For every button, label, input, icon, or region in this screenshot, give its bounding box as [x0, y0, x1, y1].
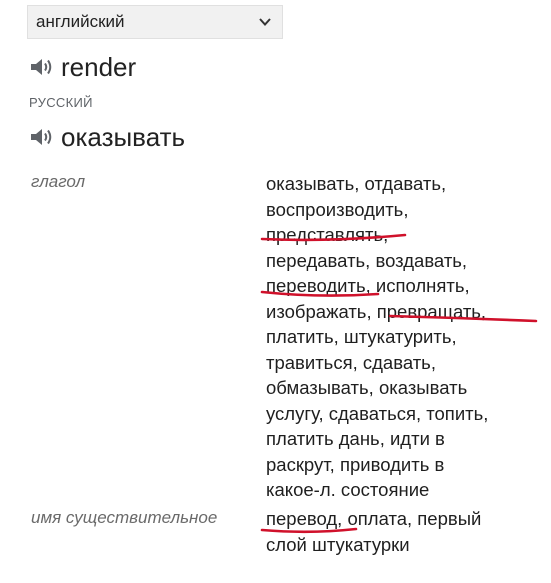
- translation-line[interactable]: представлять,: [266, 222, 536, 248]
- translation-line[interactable]: платить, штукатурить,: [266, 324, 536, 350]
- translation-line[interactable]: изображать, превращать,: [266, 299, 536, 325]
- target-language-label: РУССКИЙ: [29, 95, 93, 110]
- translation-line[interactable]: слой штукатурки: [266, 532, 536, 558]
- source-language-select[interactable]: английский: [27, 5, 283, 39]
- chevron-down-icon: [259, 18, 271, 26]
- translation-line[interactable]: травиться, сдавать,: [266, 350, 536, 376]
- translation-line[interactable]: услугу, сдаваться, топить,: [266, 401, 536, 427]
- source-word-row: render: [29, 52, 136, 82]
- translation-panel: английский render РУССКИЙ оказывать глаг…: [0, 0, 551, 583]
- translations-noun: перевод, оплата, первый слой штукатурки: [266, 506, 536, 557]
- translation-line[interactable]: платить дань, идти в: [266, 426, 536, 452]
- translation-line[interactable]: передавать, воздавать,: [266, 248, 536, 274]
- translation-line[interactable]: обмазывать, оказывать: [266, 375, 536, 401]
- speaker-icon[interactable]: [29, 126, 53, 148]
- translations-verb: оказывать, отдавать, воспроизводить, пре…: [266, 171, 536, 503]
- part-of-speech-noun: имя существительное: [31, 508, 218, 527]
- part-of-speech-verb: глагол: [31, 172, 86, 191]
- translation-line[interactable]: переводить, исполнять,: [266, 273, 536, 299]
- target-word: оказывать: [61, 122, 186, 152]
- translation-line[interactable]: воспроизводить,: [266, 197, 536, 223]
- translation-line[interactable]: оказывать, отдавать,: [266, 171, 536, 197]
- target-word-row: оказывать: [29, 122, 185, 152]
- translation-line[interactable]: перевод, оплата, первый: [266, 506, 536, 532]
- translation-line[interactable]: какое-л. состояние: [266, 477, 536, 503]
- speaker-icon[interactable]: [29, 56, 53, 78]
- source-word: render: [61, 52, 137, 82]
- translation-line[interactable]: раскрут, приводить в: [266, 452, 536, 478]
- source-language-value: английский: [36, 12, 125, 31]
